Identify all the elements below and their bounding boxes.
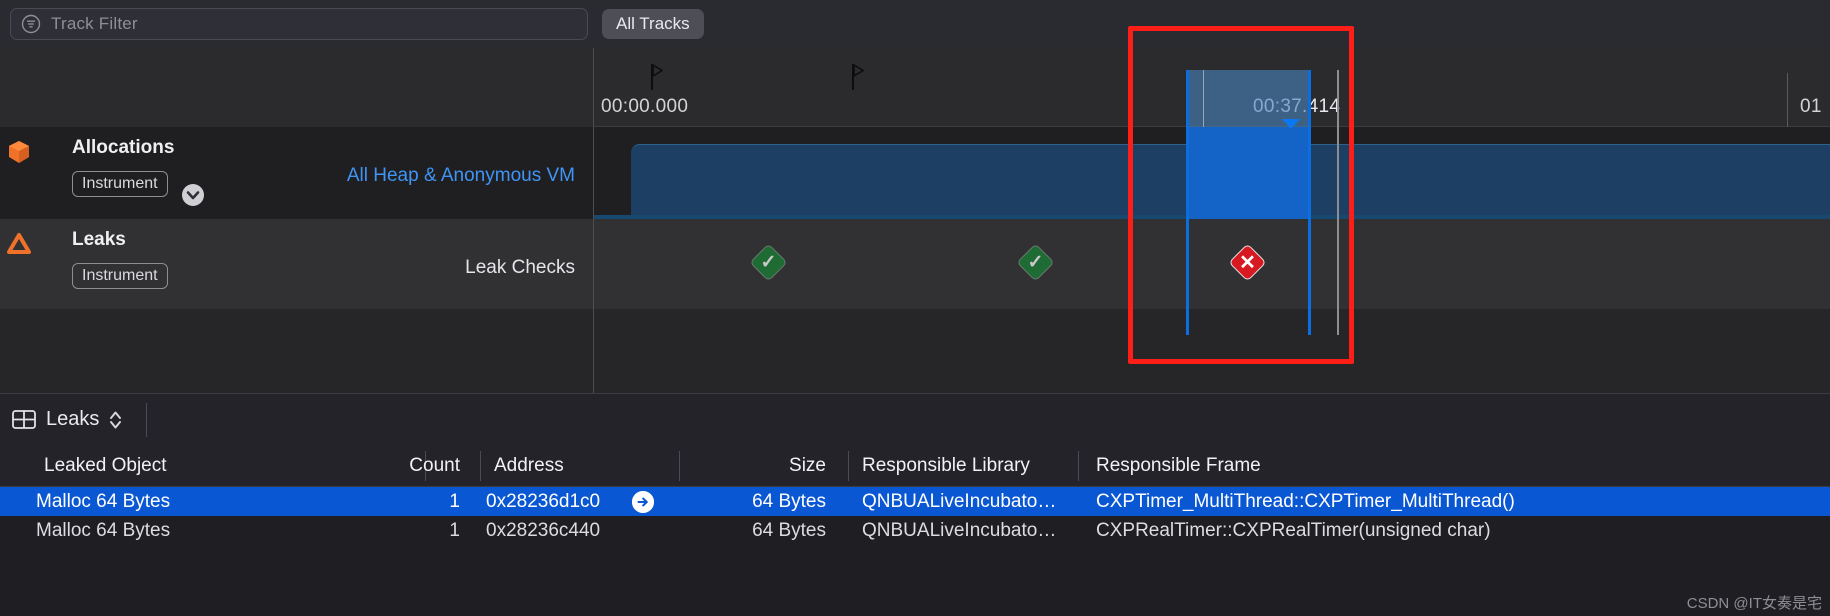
column-header-responsible-frame[interactable]: Responsible Frame bbox=[1096, 445, 1261, 487]
allocations-instrument-button[interactable]: Instrument bbox=[72, 171, 168, 197]
column-header-size[interactable]: Size bbox=[730, 445, 826, 487]
column-header-leaked-object[interactable]: Leaked Object bbox=[44, 445, 167, 487]
track-allocations-subtitle[interactable]: All Heap & Anonymous VM bbox=[347, 165, 575, 187]
timeline-selection-allocations[interactable] bbox=[1186, 127, 1310, 219]
orange-cube-icon bbox=[6, 139, 32, 165]
timeline-start-label: 00:00.000 bbox=[601, 96, 689, 117]
column-divider[interactable] bbox=[1078, 451, 1079, 481]
track-filter-placeholder: Track Filter bbox=[51, 14, 138, 33]
table-row[interactable]: Malloc 64 Bytes 1 0x28236c440 64 Bytes Q… bbox=[0, 516, 1830, 545]
flag-marker[interactable] bbox=[852, 63, 865, 90]
cell-address: 0x28236c440 bbox=[486, 519, 601, 541]
track-leaks-title: Leaks bbox=[72, 229, 126, 250]
timeline-ruler[interactable]: 00:00.000 00:37.414 01 bbox=[0, 48, 1830, 127]
selection-inner-guide bbox=[1203, 70, 1204, 127]
watermark: CSDN @IT女奏是宅 bbox=[1686, 595, 1822, 612]
leak-check-fail-marker[interactable]: ✕ bbox=[1228, 243, 1267, 282]
track-allocations-header: Allocations Instrument All Heap & Anonym… bbox=[0, 127, 594, 219]
ruler-gutter bbox=[0, 48, 594, 127]
cell-leaked-object: Malloc 64 Bytes bbox=[36, 490, 171, 512]
selection-right-handle[interactable] bbox=[1308, 70, 1311, 335]
cell-responsible-library: QNBUALiveIncubato… bbox=[862, 519, 1057, 541]
column-header-address[interactable]: Address bbox=[494, 445, 564, 487]
timeline-playhead[interactable] bbox=[1337, 70, 1339, 335]
check-icon: ✓ bbox=[760, 252, 777, 273]
track-allocations[interactable]: Allocations Instrument All Heap & Anonym… bbox=[0, 127, 1830, 219]
track-empty-header bbox=[0, 309, 594, 393]
ruler-tick bbox=[1787, 73, 1788, 127]
cell-address: 0x28236d1c0 bbox=[486, 490, 601, 512]
column-divider[interactable] bbox=[679, 451, 680, 481]
stepper-updown-icon[interactable] bbox=[109, 409, 122, 431]
track-empty bbox=[0, 309, 1830, 393]
column-divider[interactable] bbox=[480, 451, 481, 481]
table-grid-icon bbox=[12, 410, 36, 429]
cell-responsible-library: QNBUALiveIncubato… bbox=[862, 490, 1057, 512]
leaks-table-body: Malloc 64 Bytes 1 0x28236d1c0 64 Bytes Q… bbox=[0, 487, 1830, 616]
timeline-right-label: 01 bbox=[1800, 96, 1822, 117]
tab-divider bbox=[146, 402, 148, 437]
cell-size: 64 Bytes bbox=[752, 519, 826, 541]
track-allocations-title: Allocations bbox=[72, 137, 175, 158]
filter-lines-icon bbox=[21, 14, 41, 34]
track-filter-input[interactable]: Track Filter bbox=[10, 8, 588, 40]
cell-responsible-frame: CXPRealTimer::CXPRealTimer(unsigned char… bbox=[1096, 519, 1491, 541]
column-header-responsible-library[interactable]: Responsible Library bbox=[862, 445, 1030, 487]
column-header-count[interactable]: Count bbox=[398, 445, 460, 487]
cell-size: 64 Bytes bbox=[752, 490, 826, 512]
timeline-area: 00:00.000 00:37.414 01 Allocations Instr… bbox=[0, 26, 1830, 393]
check-icon: ✓ bbox=[1027, 252, 1044, 273]
top-toolbar: Track Filter All Tracks bbox=[0, 0, 1830, 48]
leaks-graph[interactable]: ✓ ✓ ✕ bbox=[594, 219, 1830, 309]
chevron-down-icon[interactable] bbox=[182, 184, 204, 206]
all-tracks-button[interactable]: All Tracks bbox=[602, 9, 704, 39]
track-leaks-subtitle: Leak Checks bbox=[465, 257, 575, 278]
flag-marker[interactable] bbox=[651, 63, 664, 90]
cell-count: 1 bbox=[449, 490, 460, 512]
cell-count: 1 bbox=[449, 519, 460, 541]
cell-leaked-object: Malloc 64 Bytes bbox=[36, 519, 171, 541]
instruments-window: Track Filter All Tracks 00:00.000 00:37.… bbox=[0, 0, 1830, 616]
leaks-table-header: Leaked Object Count Address Size Respons… bbox=[0, 445, 1830, 487]
selection-caret-icon bbox=[1282, 119, 1300, 129]
detail-tab-bar: Leaks bbox=[0, 393, 1830, 445]
close-icon: ✕ bbox=[1239, 252, 1256, 274]
orange-triangle-icon bbox=[6, 231, 32, 257]
leaks-instrument-button[interactable]: Instrument bbox=[72, 263, 168, 289]
leak-check-pass-marker[interactable]: ✓ bbox=[749, 243, 788, 282]
cell-responsible-frame: CXPTimer_MultiThread::CXPTimer_MultiThre… bbox=[1096, 490, 1515, 512]
tab-leaks[interactable]: Leaks bbox=[46, 408, 99, 431]
track-leaks-header: Leaks Instrument Leak Checks bbox=[0, 219, 594, 309]
track-leaks[interactable]: Leaks Instrument Leak Checks ✓ ✓ ✕ bbox=[0, 219, 1830, 309]
column-divider[interactable] bbox=[848, 451, 849, 481]
table-row[interactable]: Malloc 64 Bytes 1 0x28236d1c0 64 Bytes Q… bbox=[0, 487, 1830, 516]
arrow-right-icon[interactable] bbox=[632, 491, 654, 513]
selection-left-handle[interactable] bbox=[1186, 70, 1189, 335]
leak-check-pass-marker[interactable]: ✓ bbox=[1016, 243, 1055, 282]
